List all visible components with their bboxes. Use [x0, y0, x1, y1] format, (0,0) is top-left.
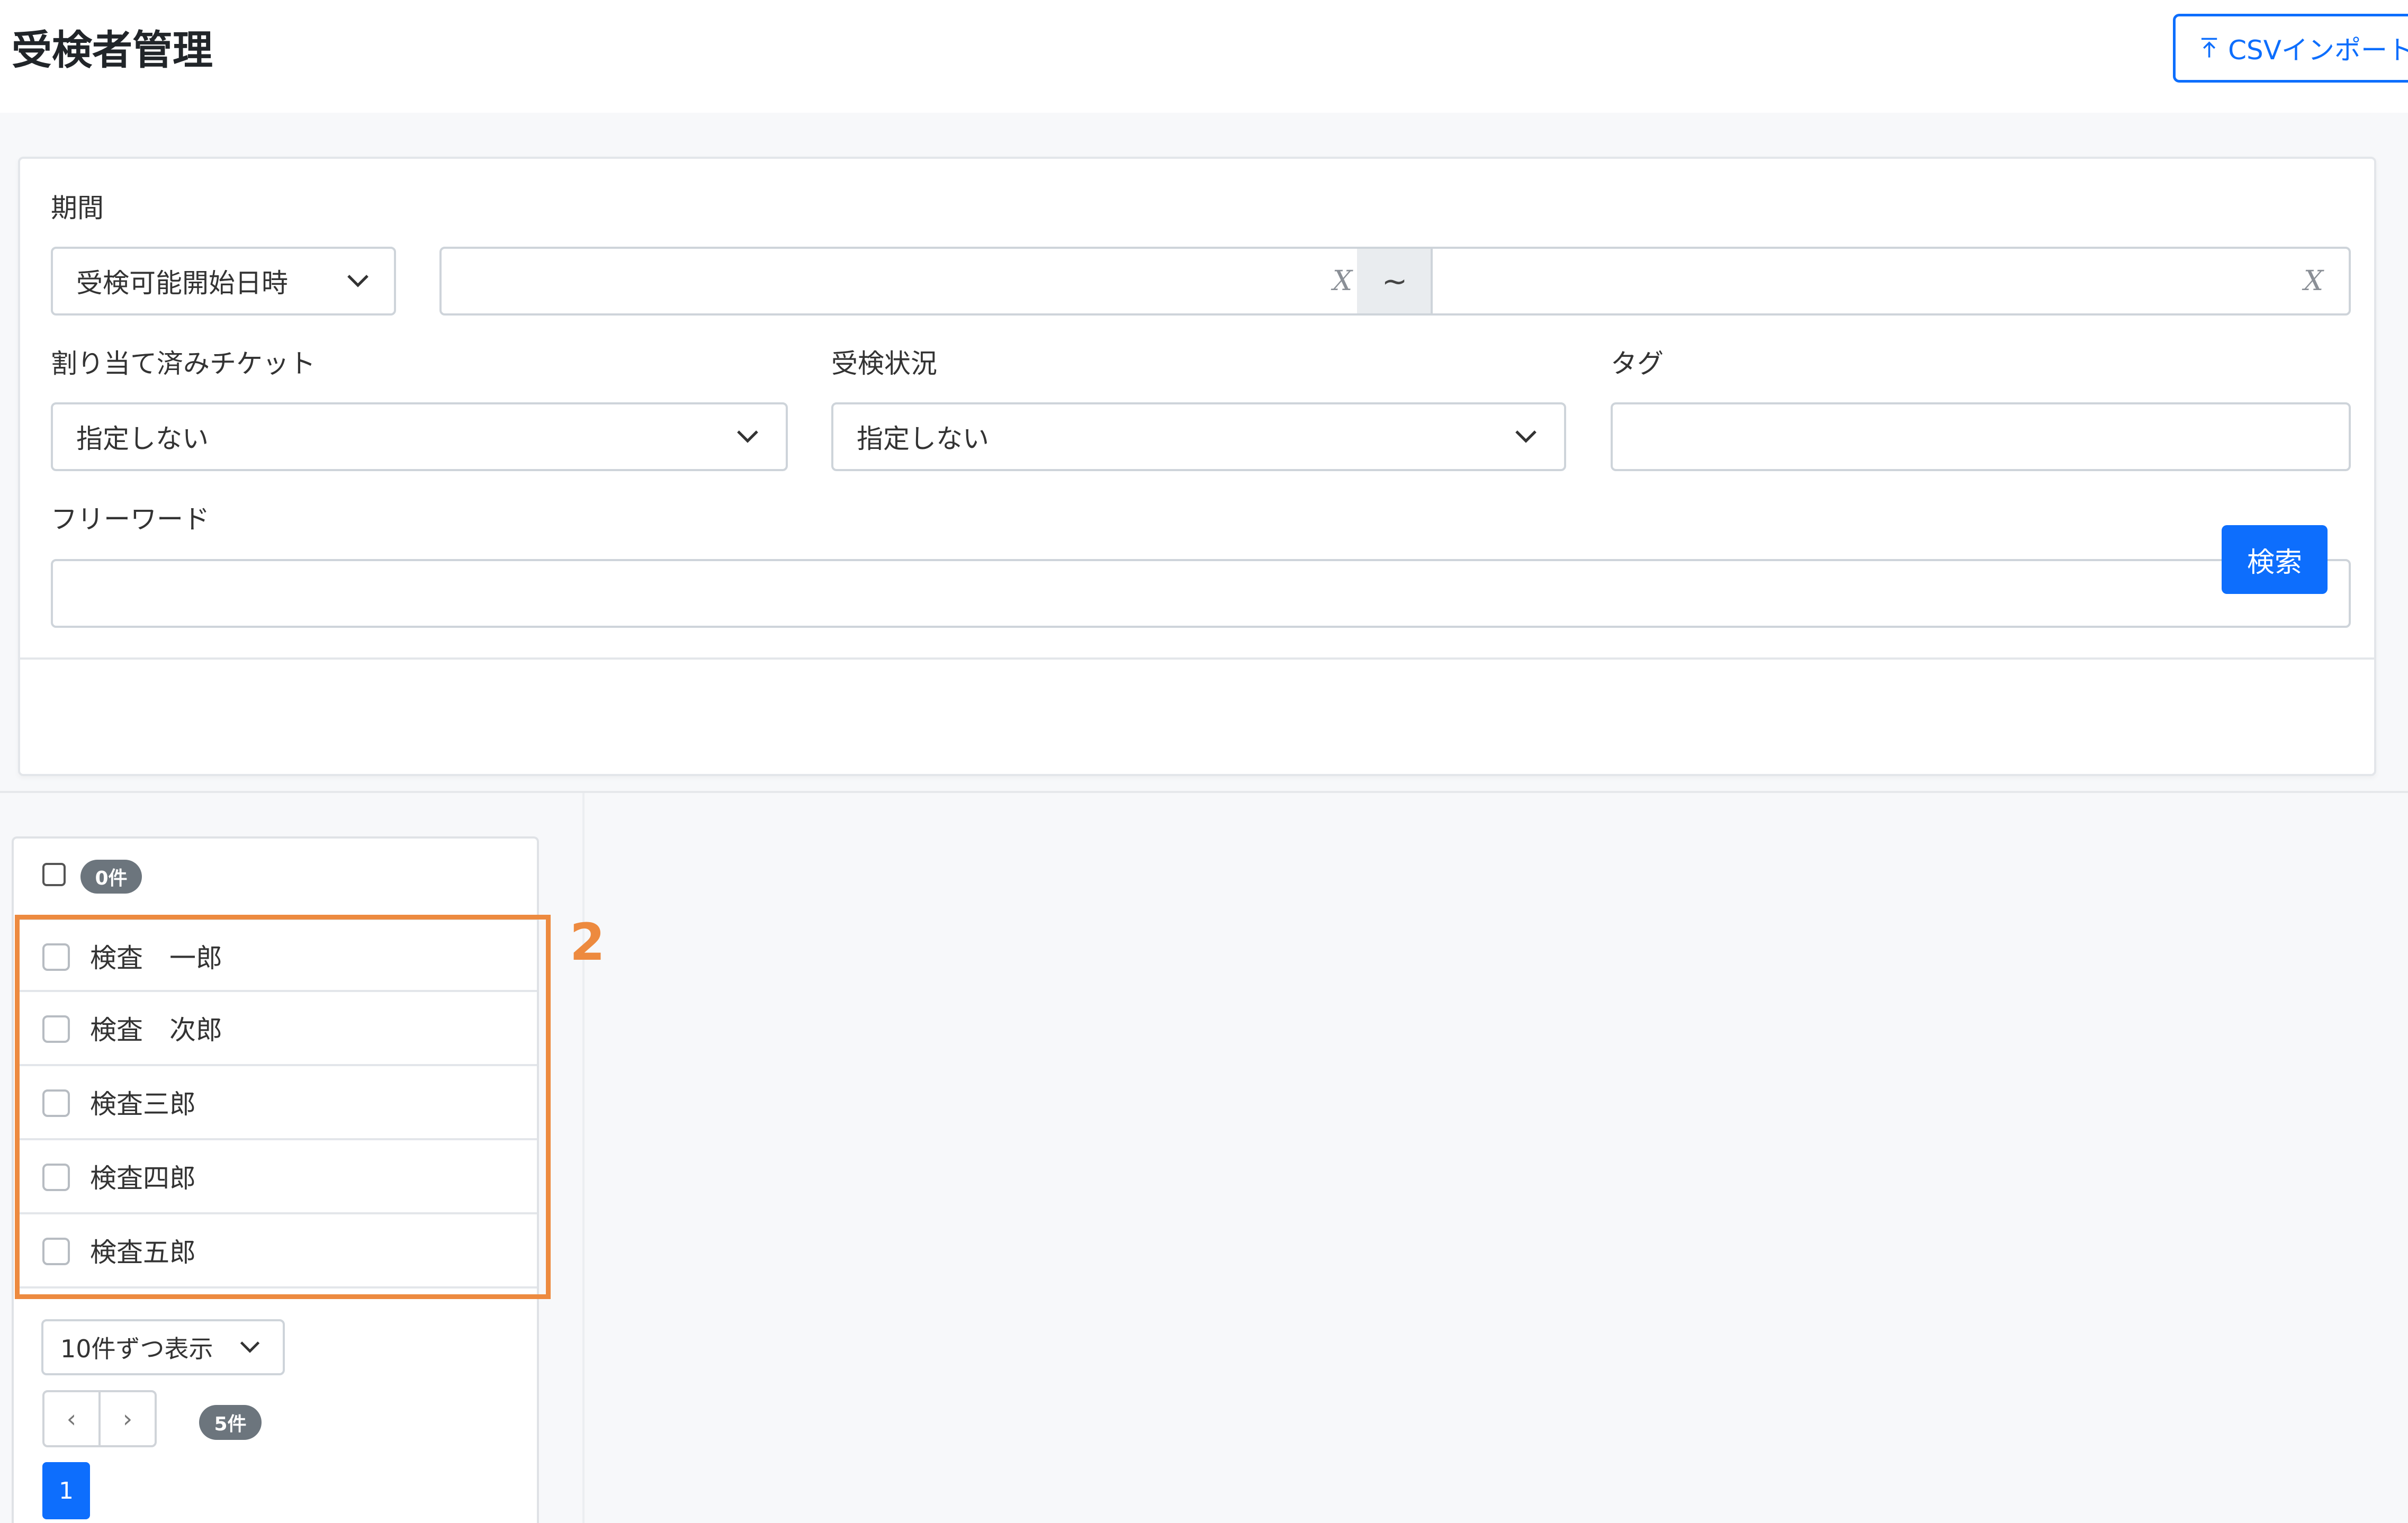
examinee-name: 検査五郎 — [90, 1237, 196, 1268]
ticket-select[interactable]: 指定しない — [51, 402, 788, 471]
ticket-value: 指定しない — [76, 423, 209, 454]
examinee-name: 検査三郎 — [90, 1089, 196, 1120]
list-item[interactable]: 検査 次郎 — [16, 992, 537, 1066]
ticket-label: 割り当て済みチケット — [51, 348, 316, 379]
list-item[interactable]: 検査三郎 — [16, 1066, 537, 1140]
list-item[interactable]: 検査 一郎 — [16, 918, 537, 992]
chevron-down-icon — [1515, 430, 1537, 443]
tag-label: タグ — [1611, 348, 1664, 379]
page-1-button[interactable]: 1 — [42, 1462, 90, 1519]
clear-date-from-icon[interactable]: X — [1333, 265, 1352, 297]
clear-date-to-icon[interactable]: X — [2304, 265, 2323, 297]
upload-icon — [2201, 38, 2217, 58]
search-form-card: 期間 受検可能開始日時 X ~ X 割り当て済みチケット 指定しない 受検状況 … — [18, 157, 2376, 776]
csv-import-button[interactable]: CSVインポート — [2173, 14, 2408, 83]
annotation-number: 2 — [570, 913, 605, 972]
examinee-name: 検査 一郎 — [90, 943, 222, 974]
next-page-button[interactable]: › — [98, 1392, 155, 1445]
chevron-down-icon — [347, 275, 369, 287]
period-type-select[interactable]: 受検可能開始日時 — [51, 247, 396, 316]
freeword-label: フリーワード — [51, 504, 210, 535]
row-checkbox[interactable] — [42, 1089, 70, 1117]
period-label: 期間 — [51, 193, 104, 223]
list-item[interactable]: 検査四郎 — [16, 1140, 537, 1214]
examinee-name: 検査 次郎 — [90, 1015, 222, 1046]
tag-input[interactable] — [1611, 402, 2351, 471]
row-checkbox[interactable] — [42, 1238, 70, 1265]
row-checkbox[interactable] — [42, 1015, 70, 1043]
section-divider — [0, 791, 2408, 793]
page-header: 受検者管理 CSVインポート — [0, 0, 2408, 113]
per-page-value: 10件ずつ表示 — [60, 1335, 213, 1363]
total-count-badge: 5件 — [199, 1405, 262, 1440]
selected-count-badge: 0件 — [80, 860, 142, 894]
row-checkbox[interactable] — [42, 1164, 70, 1191]
chevron-down-icon — [737, 430, 758, 443]
page-title: 受検者管理 — [12, 26, 213, 74]
freeword-input[interactable] — [51, 559, 2351, 628]
status-select[interactable]: 指定しない — [831, 402, 1566, 471]
list-item[interactable]: 検査五郎 — [16, 1214, 537, 1288]
csv-import-label: CSVインポート — [2228, 35, 2408, 66]
panel-divider — [582, 793, 585, 1523]
row-checkbox[interactable] — [42, 943, 70, 971]
select-all-checkbox[interactable] — [42, 863, 66, 886]
date-to-input[interactable]: X — [1431, 247, 2351, 316]
examinee-name: 検査四郎 — [90, 1163, 196, 1194]
status-value: 指定しない — [857, 423, 989, 454]
search-button[interactable]: 検索 — [2222, 525, 2328, 594]
period-type-value: 受検可能開始日時 — [76, 268, 288, 299]
chevron-down-icon — [240, 1341, 260, 1353]
card-divider — [20, 657, 2374, 660]
status-label: 受検状況 — [831, 348, 937, 379]
prev-page-button[interactable]: ‹ — [44, 1392, 98, 1445]
per-page-select[interactable]: 10件ずつ表示 — [41, 1319, 285, 1375]
pagination-arrows: ‹ › — [42, 1390, 157, 1447]
date-from-input[interactable]: X — [439, 247, 1380, 316]
range-separator: ~ — [1357, 247, 1432, 316]
